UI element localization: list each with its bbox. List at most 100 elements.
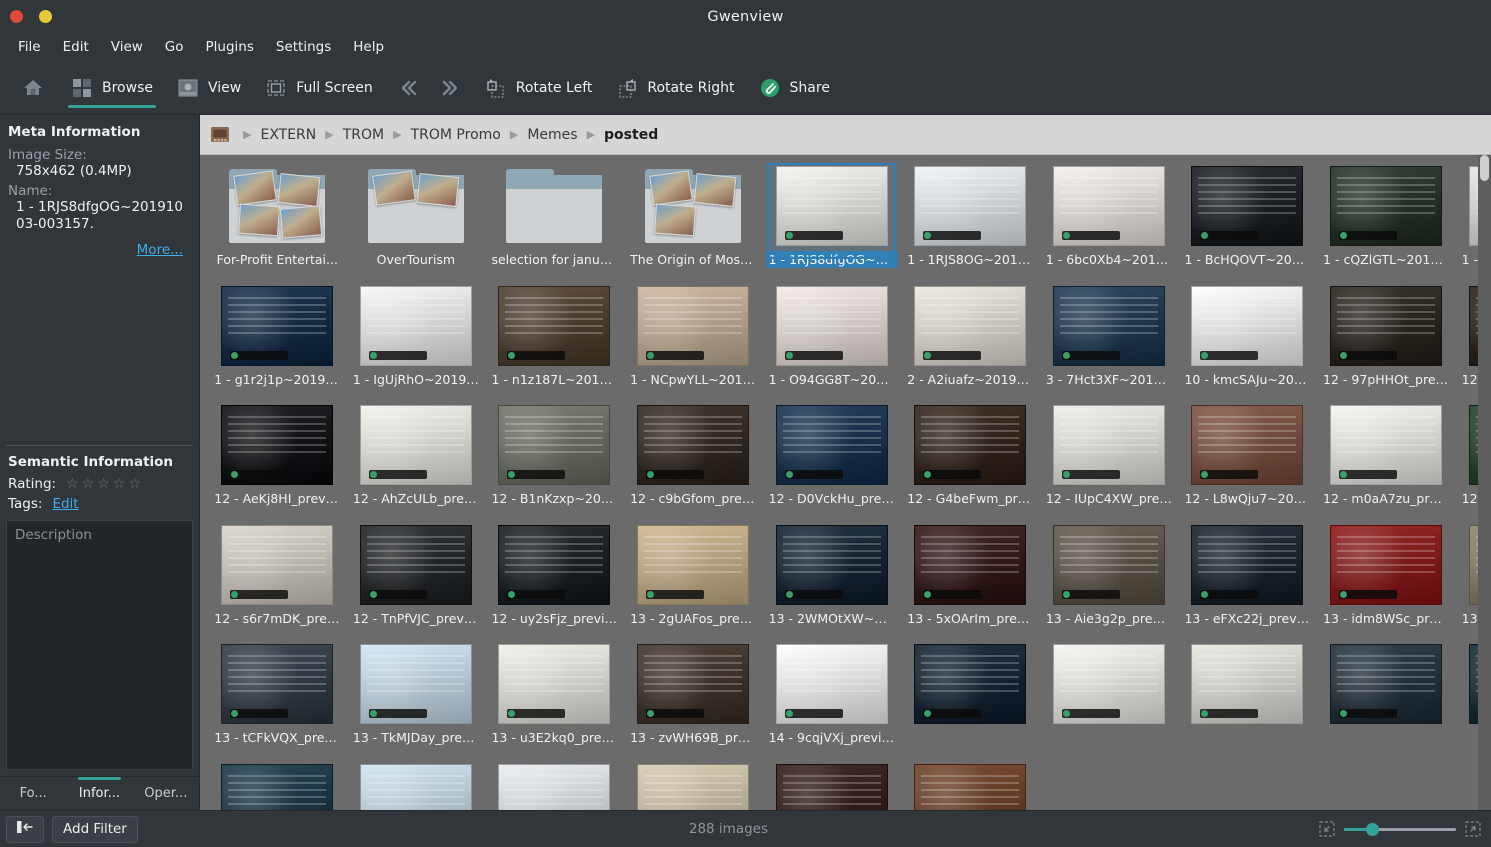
thumbnail[interactable] [498, 285, 611, 367]
grid-image-item[interactable]: 12 - m0aA7zu_previ... [1317, 402, 1456, 522]
grid-image-item[interactable]: 1 - 1RJS8OG~20191... [901, 163, 1040, 283]
grid-image-item[interactable] [1178, 641, 1317, 761]
grid-image-item[interactable]: 12 - IUpC4XW_previ... [1040, 402, 1179, 522]
thumbnail[interactable] [498, 643, 611, 725]
thumbnail[interactable] [914, 285, 1027, 367]
grid-image-item[interactable]: 1 - cQZlGTL~201910... [1317, 163, 1456, 283]
thumbnail[interactable] [775, 285, 888, 367]
thumbnail[interactable] [775, 404, 888, 486]
thumbnail[interactable] [775, 643, 888, 725]
thumbnail[interactable] [1052, 285, 1165, 367]
thumbnail[interactable] [1191, 165, 1304, 247]
grid-folder-item[interactable]: The Origin of Most ... [624, 163, 763, 283]
thumbnail[interactable] [1191, 404, 1304, 486]
menu-plugins[interactable]: Plugins [196, 35, 264, 59]
thumbnail[interactable] [359, 404, 472, 486]
add-filter-button[interactable]: Add Filter [52, 815, 138, 843]
thumbnail[interactable] [637, 165, 749, 247]
thumbnail[interactable] [914, 165, 1027, 247]
thumbnail[interactable] [1330, 165, 1443, 247]
thumbnail[interactable] [1191, 643, 1304, 725]
menu-view[interactable]: View [101, 35, 153, 59]
toolbar-browse-tab[interactable]: Browse [60, 67, 164, 109]
thumbnail[interactable] [221, 763, 334, 810]
grid-image-item[interactable]: 13 - zvWH69B_previ... [624, 641, 763, 761]
toolbar-share-button[interactable]: Share [748, 67, 841, 109]
thumbnail[interactable] [221, 285, 334, 367]
thumbnail[interactable] [637, 285, 750, 367]
menu-edit[interactable]: Edit [53, 35, 99, 59]
thumbnail[interactable] [914, 524, 1027, 606]
grid-image-item[interactable] [347, 761, 486, 810]
sidebar-tab-operations[interactable]: Oper... [133, 777, 199, 810]
breadcrumb-item-memes[interactable]: Memes [521, 124, 583, 146]
thumbnail[interactable] [1330, 643, 1443, 725]
thumbnail[interactable] [1330, 404, 1443, 486]
grid-image-item[interactable]: 3 - 7Hct3XF~201910... [1040, 283, 1179, 403]
grid-vertical-scrollbar[interactable] [1478, 155, 1491, 810]
thumbnail[interactable] [1191, 285, 1304, 367]
close-window-button[interactable] [10, 10, 23, 23]
grid-folder-item[interactable]: selection for janua... [485, 163, 624, 283]
grid-image-item[interactable]: 1 - IgUjRhO~201910... [347, 283, 486, 403]
grid-image-item[interactable]: 1 - 1RJS8dfgOG~20... [762, 163, 901, 283]
grid-image-item[interactable]: 12 - c9bGfom_previ... [624, 402, 763, 522]
grid-image-item[interactable]: 1 - BcHQOVT~2019... [1178, 163, 1317, 283]
thumbnail[interactable] [775, 524, 888, 606]
toolbar-rotate-right-button[interactable]: Rotate Right [605, 67, 745, 109]
zoom-slider[interactable] [1344, 821, 1456, 837]
grid-image-item[interactable]: 10 - kmcSAJu~2019... [1178, 283, 1317, 403]
toolbar-view-tab[interactable]: View [166, 67, 252, 109]
grid-image-item[interactable]: 13 - Aie3g2p_previe... [1040, 522, 1179, 642]
thumbnail[interactable] [914, 643, 1027, 725]
grid-image-item[interactable]: 1 - g1r2j1p~201910... [208, 283, 347, 403]
thumbnail[interactable] [637, 643, 750, 725]
grid-image-item[interactable] [762, 761, 901, 810]
grid-image-item[interactable]: 13 - tCFkVQX_previ... [208, 641, 347, 761]
grid-image-item[interactable]: 12 - D0VckHu_previ... [762, 402, 901, 522]
breadcrumb-item-trom-promo[interactable]: TROM Promo [405, 124, 507, 146]
thumbnail[interactable] [498, 404, 611, 486]
thumbnail[interactable] [1052, 643, 1165, 725]
grid-image-item[interactable]: 12 - 97pHHOt_previ... [1317, 283, 1456, 403]
tags-edit-link[interactable]: Edit [52, 496, 78, 512]
grid-image-item[interactable]: 13 - eFXc22j_previe... [1178, 522, 1317, 642]
sidebar-tab-folders[interactable]: Fo... [0, 777, 66, 810]
minimize-window-button[interactable] [39, 10, 52, 23]
menu-go[interactable]: Go [155, 35, 194, 59]
toolbar-previous-button[interactable] [386, 67, 428, 109]
thumbnail[interactable] [360, 165, 472, 247]
rating-stars[interactable]: ☆ ☆ ☆ ☆ ☆ [66, 477, 141, 491]
zoom-in-icon[interactable] [1465, 821, 1481, 837]
toolbar-next-button[interactable] [430, 67, 472, 109]
grid-image-item[interactable]: 12 - AhZcULb_previ... [347, 402, 486, 522]
thumbnail[interactable] [221, 404, 334, 486]
grid-image-item[interactable]: 1 - O94GG8T~20191... [762, 283, 901, 403]
thumbnail[interactable] [498, 763, 611, 810]
grid-image-item[interactable] [1040, 641, 1179, 761]
thumbnail[interactable] [359, 524, 472, 606]
grid-image-item[interactable] [208, 761, 347, 810]
grid-image-item[interactable] [624, 761, 763, 810]
sidebar-collapse-button[interactable] [6, 815, 44, 843]
thumbnail[interactable] [1052, 524, 1165, 606]
grid-image-item[interactable]: 2 - A2iuafz~201910... [901, 283, 1040, 403]
thumbnail[interactable] [221, 524, 334, 606]
grid-image-item[interactable]: 12 - L8wQju7~2019... [1178, 402, 1317, 522]
description-input[interactable]: Description [6, 520, 193, 770]
toolbar-rotate-left-button[interactable]: Rotate Left [474, 67, 604, 109]
thumbnail[interactable] [1052, 404, 1165, 486]
sidebar-tab-information[interactable]: Infor... [66, 777, 132, 810]
grid-image-item[interactable]: 13 - 5xOArIm_previ... [901, 522, 1040, 642]
thumbnail[interactable] [1330, 285, 1443, 367]
grid-image-item[interactable]: 12 - s6r7mDK_previ... [208, 522, 347, 642]
menu-file[interactable]: File [8, 35, 51, 59]
thumbnail[interactable] [221, 165, 333, 247]
thumbnail[interactable] [359, 763, 472, 810]
thumbnail[interactable] [914, 404, 1027, 486]
zoom-out-icon[interactable] [1319, 821, 1335, 837]
thumbnail[interactable] [498, 165, 610, 247]
breadcrumb-item-trom[interactable]: TROM [337, 124, 390, 146]
device-chip-icon[interactable] [208, 124, 232, 146]
grid-image-item[interactable] [901, 761, 1040, 810]
